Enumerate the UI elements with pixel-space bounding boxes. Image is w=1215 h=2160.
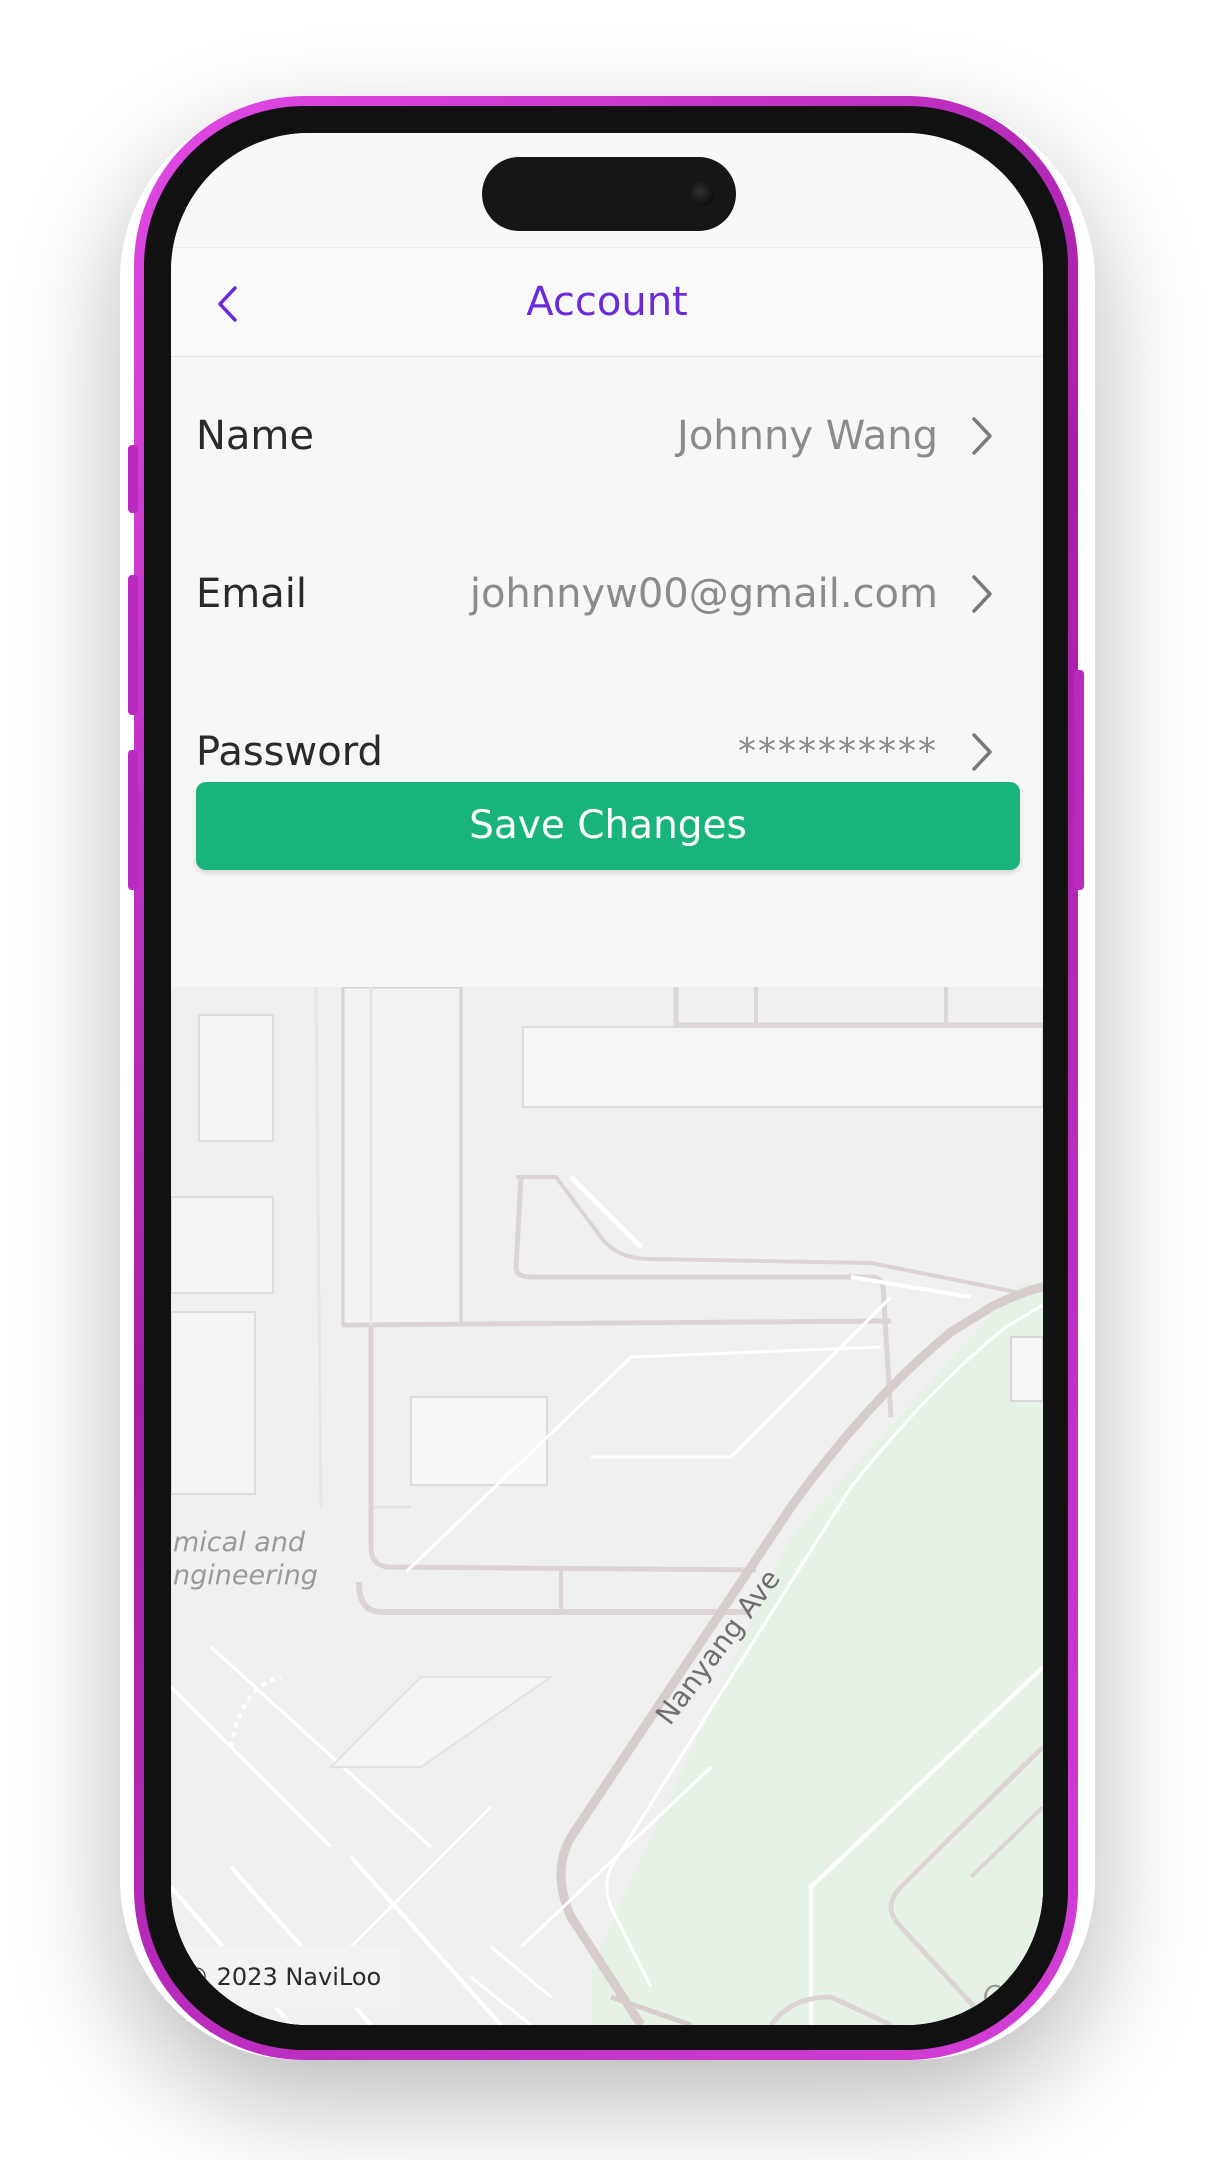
map-building-label: mical and ngineering — [173, 1527, 318, 1591]
map-view[interactable]: mical and ngineering Nanyang Ave Car P — [171, 987, 1043, 2025]
chevron-right-icon — [972, 575, 992, 613]
building-label-line2: ngineering — [173, 1560, 318, 1591]
phone-screen: Account Name Johnny Wang Email johnnyw00… — [171, 133, 1043, 2025]
map-canvas — [171, 987, 1043, 2025]
map-copyright: © 2023 NaviLoo — [171, 1946, 400, 2008]
status-area — [171, 133, 1043, 247]
volume-down-button — [128, 750, 138, 890]
dynamic-island — [482, 157, 736, 231]
power-button — [1074, 670, 1084, 890]
chevron-right-icon — [972, 733, 992, 771]
volume-up-button — [128, 575, 138, 715]
building-label-line1: mical and — [173, 1527, 306, 1558]
page-title: Account — [526, 279, 688, 325]
email-label: Email — [196, 571, 307, 617]
map-carpark-label: Car P — [983, 1981, 1043, 2011]
name-value: Johnny Wang — [677, 413, 938, 459]
camera-lens-icon — [690, 182, 714, 206]
mute-switch — [128, 445, 138, 513]
email-value: johnnyw00@gmail.com — [469, 571, 938, 617]
name-row[interactable]: Name Johnny Wang — [171, 357, 1043, 515]
email-row[interactable]: Email johnnyw00@gmail.com — [171, 515, 1043, 673]
account-header: Account — [171, 247, 1043, 358]
save-changes-button[interactable]: Save Changes — [196, 782, 1020, 870]
name-label: Name — [196, 413, 315, 459]
chevron-right-icon — [972, 417, 992, 455]
account-form: Name Johnny Wang Email johnnyw00@gmail.c… — [171, 357, 1043, 987]
